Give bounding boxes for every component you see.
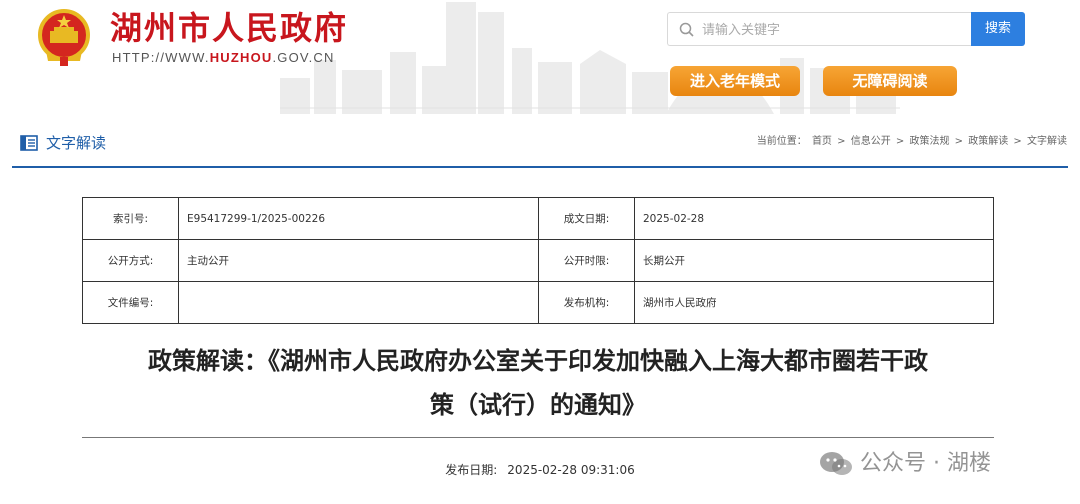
- breadcrumb-item-home[interactable]: 首页: [812, 136, 832, 147]
- breadcrumb-item-text-interpretation[interactable]: 文字解读: [1027, 136, 1067, 147]
- search-box: [667, 12, 971, 46]
- site-title[interactable]: 湖州市人民政府: [110, 8, 348, 48]
- file-number-label: 文件编号:: [82, 281, 179, 324]
- document-title-line-1: 政策解读：《湖州市人民政府办公室关于印发加快融入上海大都市圈若干政: [148, 347, 928, 375]
- breadcrumb-item-policy-regulations[interactable]: 政策法规: [909, 136, 949, 147]
- breadcrumb-label: 当前位置：: [756, 136, 807, 147]
- table-row: 文件编号: 发布机构: 湖州市人民政府: [82, 281, 994, 324]
- section-bar: 文字解读 当前位置： 首页 > 信息公开 > 政策法规 > 政策解读 > 文字解…: [12, 122, 1068, 168]
- barrier-free-reading-button[interactable]: 无障碍阅读: [823, 66, 957, 96]
- breadcrumb-item-info-disclosure[interactable]: 信息公开: [851, 136, 891, 147]
- document-info-table: 索引号: E95417299-1/2025-00226 成文日期: 2025-0…: [82, 197, 994, 324]
- document-list-icon: [20, 135, 38, 151]
- index-number-label: 索引号:: [82, 197, 179, 240]
- document-title-line-2: 策（试行）的通知》: [430, 391, 646, 419]
- section-title: 文字解读: [46, 134, 107, 152]
- watermark-text: 公众号 · 湖楼: [860, 451, 991, 476]
- disclosure-method-value: 主动公开: [178, 239, 539, 282]
- search-input[interactable]: [702, 19, 962, 41]
- written-date-value: 2025-02-28: [634, 197, 994, 240]
- table-row: 公开方式: 主动公开 公开时限: 长期公开: [82, 239, 994, 282]
- national-emblem-logo: [38, 9, 90, 66]
- index-number-value: E95417299-1/2025-00226: [178, 197, 539, 240]
- file-number-value: [178, 281, 539, 324]
- site-url-domain: HUZHOU: [209, 50, 273, 65]
- breadcrumb-separator: >: [1013, 136, 1022, 147]
- title-divider: [82, 437, 994, 438]
- publish-date-value: 2025-02-28 09:31:06: [507, 463, 635, 477]
- wechat-watermark: 公众号 · 湖楼: [818, 444, 991, 484]
- breadcrumb-separator: >: [837, 136, 846, 147]
- breadcrumb-separator: >: [895, 136, 905, 147]
- wechat-icon: [820, 452, 852, 475]
- disclosure-method-label: 公开方式:: [82, 239, 179, 282]
- document-title: 政策解读：《湖州市人民政府办公室关于印发加快融入上海大都市圈若干政 策（试行）的…: [82, 339, 994, 427]
- search-button[interactable]: 搜索: [971, 12, 1025, 46]
- disclosure-period-label: 公开时限:: [538, 239, 635, 282]
- issuing-agency-value: 湖州市人民政府: [634, 281, 994, 324]
- publish-date-label: 发布日期:: [445, 463, 498, 477]
- site-url-prefix: HTTP://WWW.: [112, 50, 210, 65]
- site-header: 湖州市人民政府 HTTP://WWW.HUZHOU.GOV.CN 搜索 进入老年…: [0, 0, 1080, 114]
- breadcrumb-separator: >: [954, 136, 964, 147]
- breadcrumb-item-policy-interpretation[interactable]: 政策解读: [968, 136, 1008, 147]
- search-icon: [679, 22, 694, 37]
- disclosure-period-value: 长期公开: [634, 239, 994, 282]
- breadcrumb: 当前位置： 首页 > 信息公开 > 政策法规 > 政策解读 > 文字解读: [756, 134, 1068, 150]
- elder-mode-button[interactable]: 进入老年模式: [670, 66, 800, 96]
- site-url-suffix: .GOV.CN: [272, 50, 335, 65]
- written-date-label: 成文日期:: [538, 197, 635, 240]
- site-url: HTTP://WWW.HUZHOU.GOV.CN: [112, 50, 335, 65]
- issuing-agency-label: 发布机构:: [538, 281, 635, 324]
- table-row: 索引号: E95417299-1/2025-00226 成文日期: 2025-0…: [82, 197, 994, 240]
